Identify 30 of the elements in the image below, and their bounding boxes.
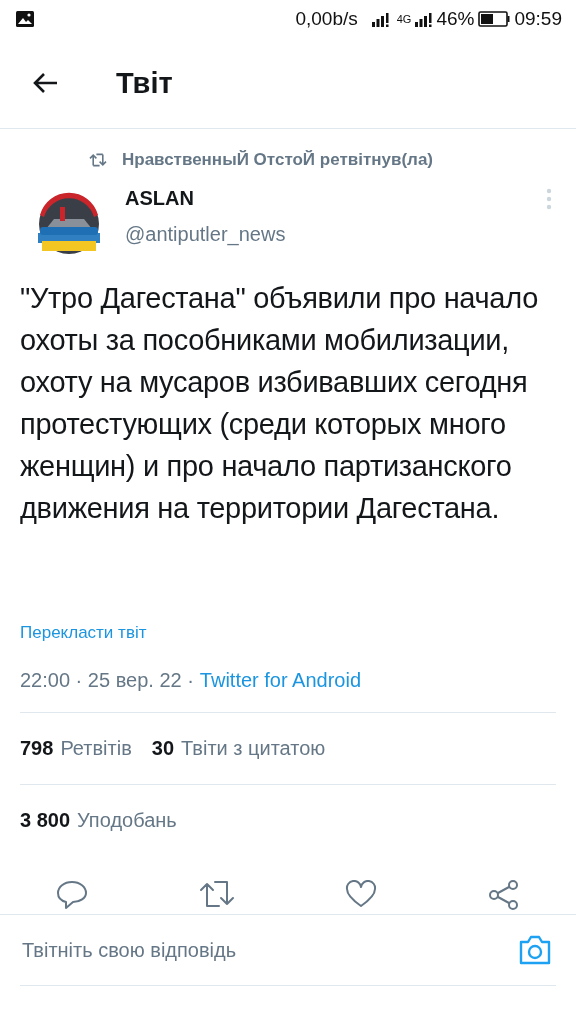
reply-icon[interactable]	[56, 880, 88, 910]
reply-field[interactable]: Твітніть свою відповідь	[22, 938, 518, 962]
battery-percent: 46%	[436, 8, 475, 30]
stat-count[interactable]: 30	[151, 737, 174, 760]
post-timestamp: 22:00 · 25 вер. 22 ·	[20, 669, 194, 691]
image-icon	[15, 10, 35, 28]
page-title: Твіт	[116, 66, 173, 100]
share-icon[interactable]	[487, 880, 520, 910]
stat-label[interactable]: Уподобань	[77, 809, 177, 832]
network-speed: 0,00b/s	[295, 8, 358, 30]
tweet-text: "Утро Дагестана" объявили про начало охоты за пособниками мобилизации, охоту на мусаров избивавших сегодня протестующих (среди которых много женщин) и про начало партизанского движения на территории Дагестана.	[19, 281, 539, 526]
stat-count[interactable]: 798	[20, 737, 54, 760]
stat-label[interactable]: Ретвітів	[60, 737, 132, 760]
heart-icon[interactable]	[345, 880, 378, 910]
translate-link[interactable]: Перекласти твіт	[0, 617, 167, 643]
author-name[interactable]: ASLAN	[125, 187, 546, 210]
retweet-icon	[88, 152, 108, 168]
retweet-icon[interactable]	[198, 880, 235, 910]
author-handle[interactable]: @antiputler_news	[125, 223, 546, 246]
clock-time: 09:59	[514, 8, 562, 30]
retweet-notice: НравственныЙ ОтстоЙ ретвітнув(ла)	[122, 150, 433, 170]
stat-label[interactable]: Твіти з цитатою	[181, 737, 326, 760]
back-arrow-icon[interactable]	[32, 72, 58, 94]
stat-count[interactable]: 3 800	[20, 809, 71, 832]
signal-icon	[371, 11, 389, 27]
network-type: 4G	[396, 13, 412, 25]
battery-icon	[478, 11, 511, 27]
camera-icon[interactable]	[518, 934, 552, 966]
signal-icon	[415, 11, 433, 27]
source-link[interactable]: Twitter for Android	[199, 669, 362, 691]
